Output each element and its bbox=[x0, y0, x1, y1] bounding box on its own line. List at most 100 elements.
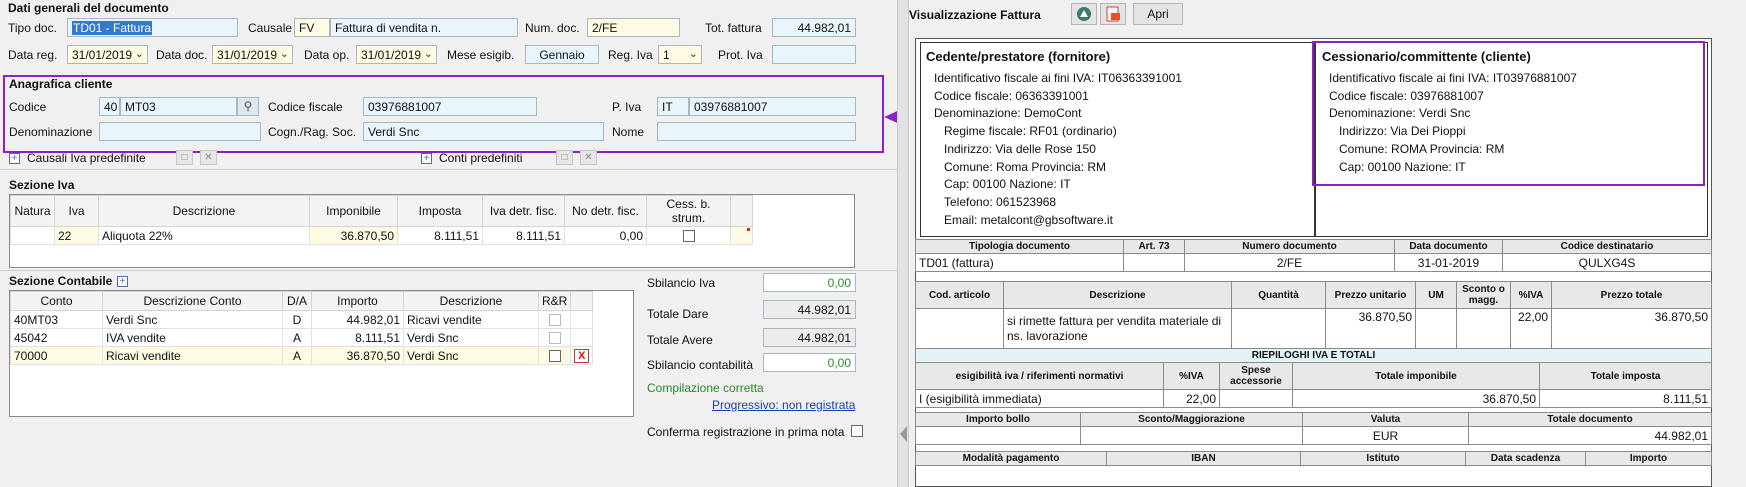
cell-no-detr[interactable]: 0,00 bbox=[564, 226, 647, 245]
cell-rr[interactable] bbox=[537, 346, 572, 365]
cell-descrizione[interactable]: Ricavi vendite bbox=[403, 310, 539, 329]
sezione-iva-title: Sezione Iva bbox=[9, 178, 75, 192]
pane-splitter[interactable] bbox=[897, 0, 909, 487]
cell-delete[interactable]: X bbox=[570, 346, 594, 365]
cedente-lines: Identificativo fiscale ai fini IVA: IT06… bbox=[934, 70, 1182, 229]
col-no-detr: No detr. fisc. bbox=[564, 195, 647, 227]
nome-label: Nome bbox=[612, 125, 645, 139]
data-doc-picker[interactable]: 31/01/2019 ⌄ bbox=[212, 45, 293, 64]
num-doc-field[interactable]: 2/FE bbox=[587, 18, 680, 37]
cell-da[interactable]: A bbox=[282, 346, 312, 365]
cell: 22,00 bbox=[1163, 389, 1220, 408]
col-extra bbox=[730, 195, 753, 227]
piva-field[interactable]: 03976881007 bbox=[689, 97, 856, 116]
cell-natura[interactable] bbox=[10, 226, 55, 245]
copy-icon[interactable]: □ bbox=[176, 150, 193, 165]
cell-da[interactable]: A bbox=[282, 328, 312, 347]
col-natura: Natura bbox=[10, 195, 55, 227]
table-row: TD01 (fattura) 2/FE 31-01-2019 QULXG4S bbox=[915, 253, 1712, 272]
codice-fiscale-label: Codice fiscale bbox=[268, 100, 343, 114]
denominazione-field[interactable] bbox=[99, 122, 261, 141]
rr-checkbox[interactable] bbox=[548, 332, 561, 345]
tot-fattura-field[interactable]: 44.982,01 bbox=[772, 18, 856, 37]
col-iban: IBAN bbox=[1106, 451, 1301, 466]
causale-description-field[interactable]: Fattura di vendita n. bbox=[330, 18, 518, 37]
cell-imposta[interactable]: 8.111,51 bbox=[397, 226, 483, 245]
cell-rr[interactable] bbox=[537, 310, 572, 329]
nome-field[interactable] bbox=[657, 122, 856, 141]
table-row[interactable]: 45042 IVA vendite A 8.111,51 Verdi Snc bbox=[10, 328, 594, 347]
cell-imponibile[interactable]: 36.870,50 bbox=[309, 226, 398, 245]
cell: 36.870,50 bbox=[1325, 308, 1416, 349]
codice-prefix-field[interactable]: 40 bbox=[99, 97, 120, 116]
delete-row-button[interactable]: X bbox=[574, 349, 590, 363]
prot-iva-label: Prot. Iva bbox=[718, 48, 763, 62]
collapse-arrow-icon[interactable] bbox=[900, 426, 907, 442]
mese-esigib-field[interactable]: Gennaio bbox=[525, 45, 599, 64]
causali-iva-predefinite-label[interactable]: Causali Iva predefinite bbox=[27, 151, 146, 165]
close-icon[interactable]: ✕ bbox=[580, 150, 597, 165]
cell-cess-strum[interactable] bbox=[646, 226, 731, 245]
table-row[interactable]: 70000 Ricavi vendite A 36.870,50 Verdi S… bbox=[10, 346, 594, 365]
cedente-title: Cedente/prestatore (fornitore) bbox=[926, 49, 1111, 64]
col-esigibilita: esigibilità iva / riferimenti normativi bbox=[915, 362, 1164, 390]
prot-iva-field[interactable] bbox=[772, 45, 856, 64]
copy-icon[interactable]: □ bbox=[556, 150, 573, 165]
cell-da[interactable]: D bbox=[282, 310, 312, 329]
mese-esigib-label: Mese esigib. bbox=[447, 48, 515, 62]
codice-field[interactable]: MT03 bbox=[120, 97, 237, 116]
chevron-down-icon: ⌄ bbox=[423, 48, 433, 60]
cell-rr[interactable] bbox=[537, 328, 572, 347]
tipo-doc-field[interactable]: TD01 - Fattura bbox=[67, 18, 238, 37]
data-op-picker[interactable]: 31/01/2019 ⌄ bbox=[356, 45, 437, 64]
table-row[interactable]: 22 Aliquota 22% 36.870,50 8.111,51 8.111… bbox=[10, 226, 753, 245]
conti-predefiniti-label[interactable]: Conti predefiniti bbox=[439, 151, 522, 165]
piva-country-field[interactable]: IT bbox=[657, 97, 689, 116]
sbilancio-contabilita-field: 0,00 bbox=[763, 353, 856, 372]
data-reg-picker[interactable]: 31/01/2019 ⌄ bbox=[67, 45, 148, 64]
conferma-label: Conferma registrazione in prima nota bbox=[647, 425, 845, 439]
cell-importo[interactable]: 44.982,01 bbox=[311, 310, 404, 329]
codice-fiscale-field[interactable]: 03976881007 bbox=[363, 97, 537, 116]
col-cod-articolo: Cod. articolo bbox=[915, 281, 1004, 309]
search-icon[interactable]: ⚲ bbox=[237, 97, 259, 116]
cell-conto[interactable]: 40MT03 bbox=[10, 310, 103, 329]
totale-avere-field: 44.982,01 bbox=[763, 328, 856, 347]
cell-descrizione-conto[interactable]: Verdi Snc bbox=[102, 310, 283, 329]
rr-checkbox[interactable] bbox=[548, 350, 561, 363]
cell-descrizione[interactable]: Verdi Snc bbox=[403, 328, 539, 347]
totale-avere-label: Totale Avere bbox=[647, 333, 713, 347]
cell-iva-detr[interactable]: 8.111,51 bbox=[482, 226, 565, 245]
data-op-value: 31/01/2019 bbox=[361, 48, 422, 62]
add-row-icon[interactable]: + bbox=[117, 276, 128, 287]
close-icon[interactable]: ✕ bbox=[200, 150, 217, 165]
causale-code-field[interactable]: FV bbox=[294, 18, 330, 37]
invoice-document: Cedente/prestatore (fornitore) Identific… bbox=[915, 38, 1712, 487]
conferma-checkbox[interactable] bbox=[851, 425, 863, 437]
cell-conto[interactable]: 45042 bbox=[10, 328, 103, 347]
cell-descrizione-conto[interactable]: IVA vendite bbox=[102, 328, 283, 347]
col-um: UM bbox=[1415, 281, 1457, 309]
cess-strum-checkbox[interactable] bbox=[682, 230, 695, 243]
cell-conto[interactable]: 70000 bbox=[10, 346, 103, 365]
cell-iva[interactable]: 22 bbox=[54, 226, 99, 245]
cell-descrizione-conto[interactable]: Ricavi vendite bbox=[102, 346, 283, 365]
table-row[interactable]: 40MT03 Verdi Snc D 44.982,01 Ricavi vend… bbox=[10, 310, 594, 329]
expand-causali-icon[interactable]: + bbox=[9, 153, 20, 164]
cell-importo[interactable]: 36.870,50 bbox=[311, 346, 404, 365]
cell-importo[interactable]: 8.111,51 bbox=[311, 328, 404, 347]
cedente-line: Codice fiscale: 06363391001 bbox=[934, 88, 1089, 103]
cell-descrizione[interactable]: Aliquota 22% bbox=[98, 226, 310, 245]
cell bbox=[915, 426, 1081, 445]
progressivo-link[interactable]: Progressivo: non registrata bbox=[712, 398, 855, 412]
reg-iva-select[interactable]: 1 ⌄ bbox=[658, 45, 702, 64]
expand-conti-icon[interactable]: + bbox=[421, 153, 432, 164]
cell-descrizione[interactable]: Verdi Snc bbox=[403, 346, 539, 365]
totale-dare-field: 44.982,01 bbox=[763, 300, 856, 319]
signature-icon[interactable] bbox=[1071, 3, 1097, 25]
rr-checkbox[interactable] bbox=[548, 314, 561, 327]
apri-button[interactable]: Apri bbox=[1133, 3, 1183, 25]
pdf-icon[interactable] bbox=[1100, 3, 1126, 25]
cell: TD01 (fattura) bbox=[915, 253, 1124, 272]
cognome-field[interactable]: Verdi Snc bbox=[363, 122, 604, 141]
